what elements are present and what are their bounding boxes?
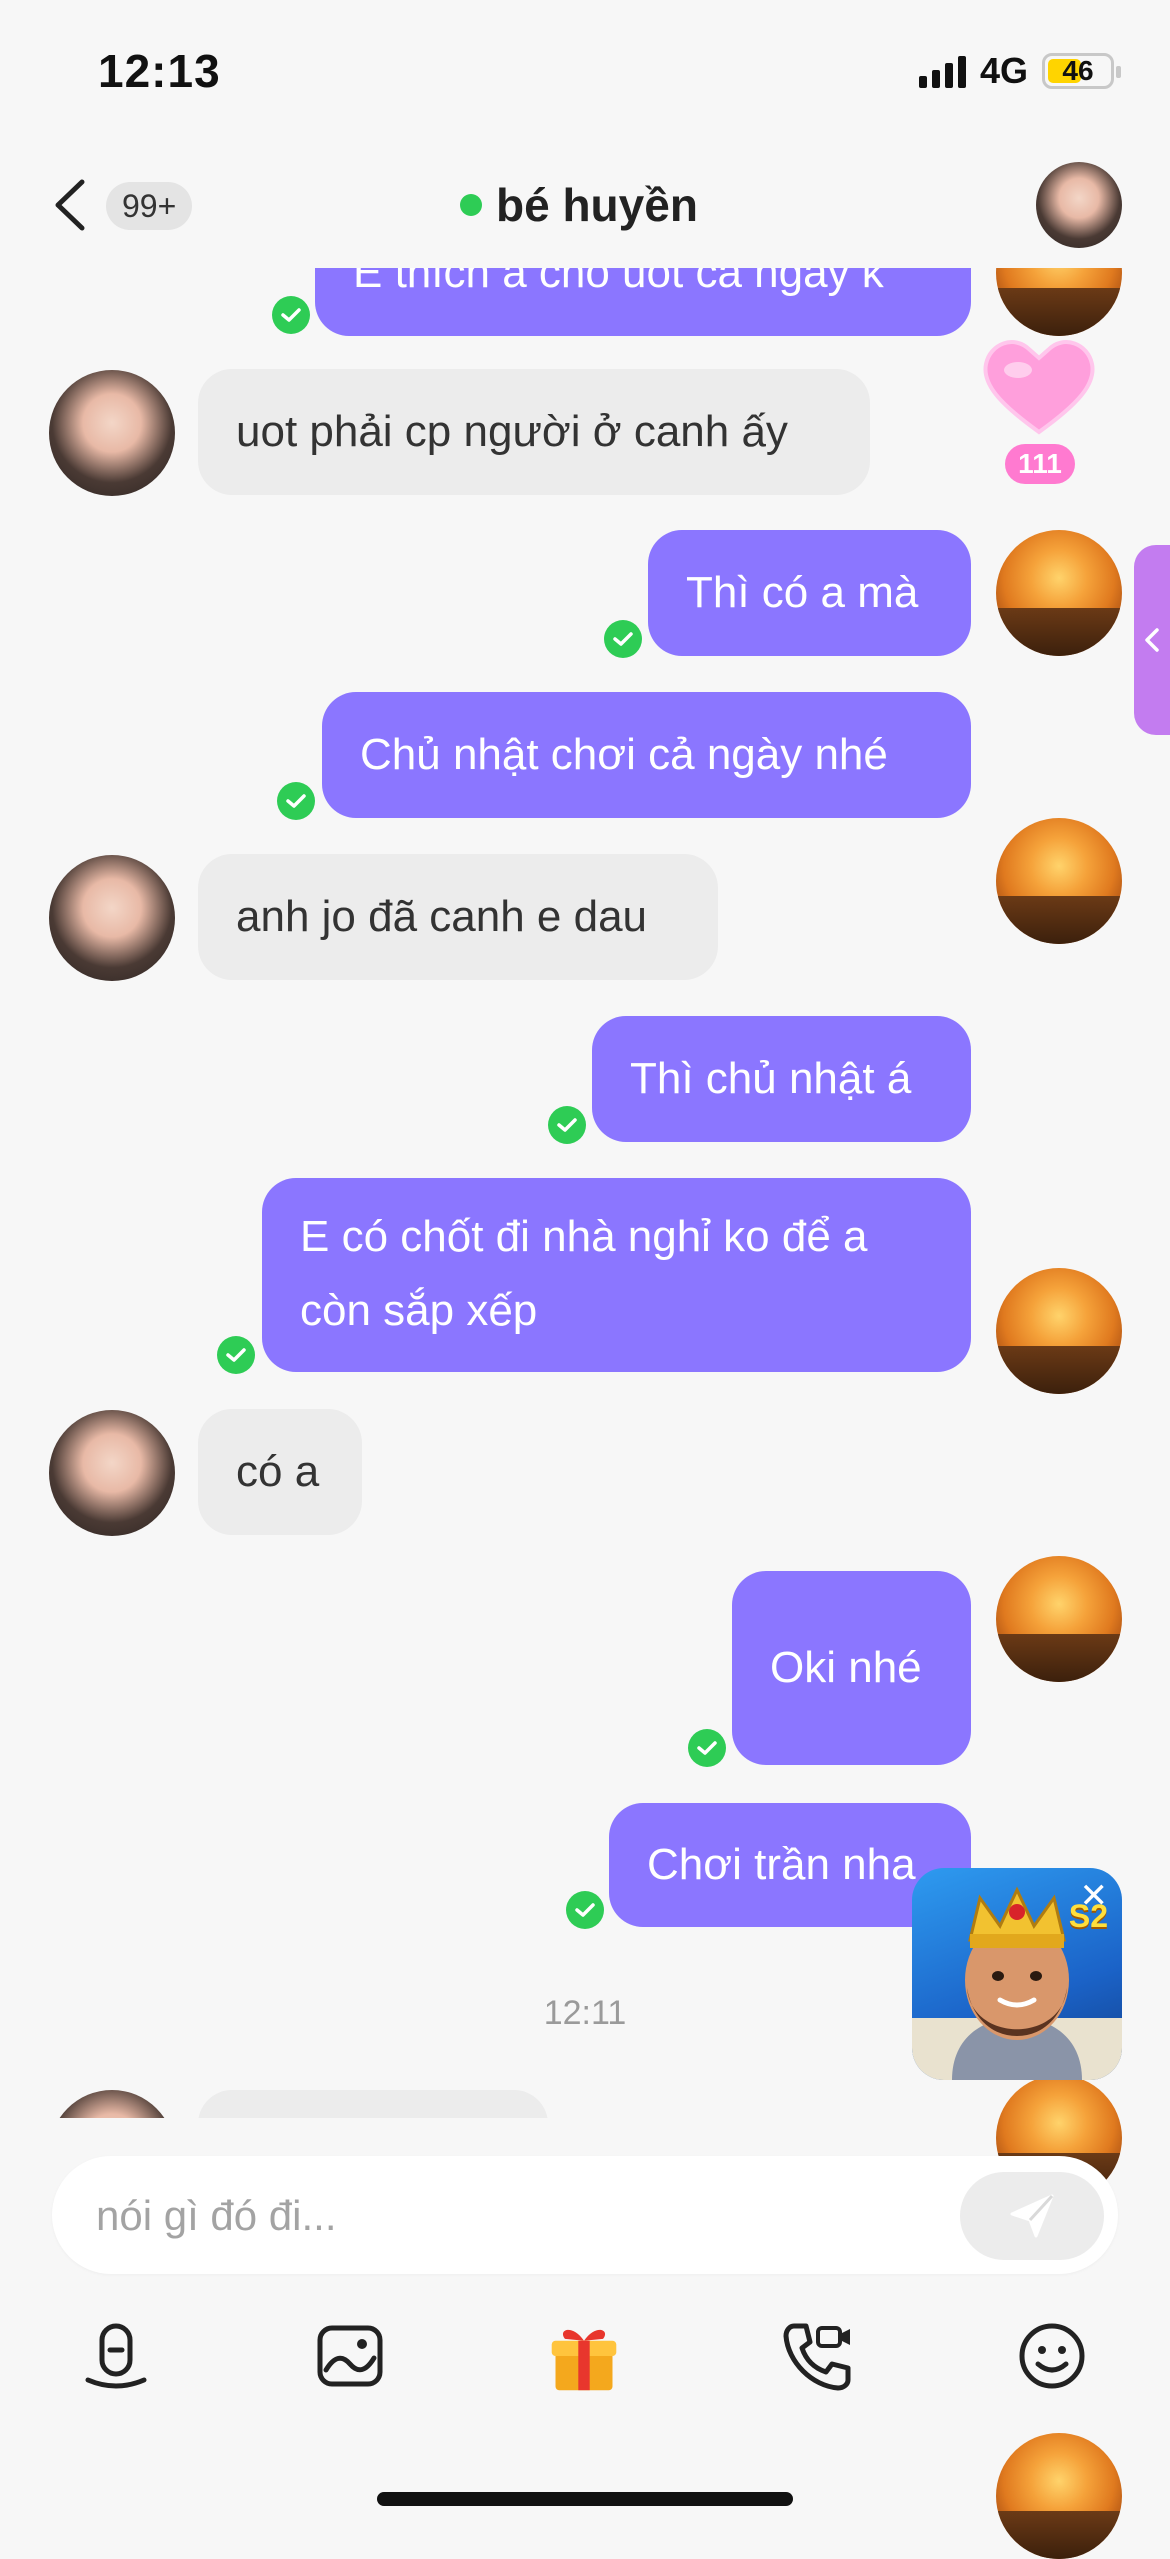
send-icon	[1010, 2194, 1054, 2238]
heart-count-badge: 111	[1005, 444, 1075, 484]
contact-avatar[interactable]	[49, 370, 175, 496]
incoming-message[interactable]	[198, 2090, 548, 2118]
read-check-icon	[688, 1729, 726, 1767]
read-check-icon	[548, 1106, 586, 1144]
message-row	[0, 2080, 1170, 2118]
unread-count-badge[interactable]: 99+	[106, 182, 193, 230]
outgoing-message[interactable]: E thích a cho uot cả ngày k	[315, 268, 971, 336]
status-time: 12:13	[98, 45, 221, 97]
side-panel-tab[interactable]	[1134, 545, 1170, 735]
outgoing-message[interactable]: E có chốt đi nhà nghỉ ko để a còn sắp xế…	[262, 1178, 971, 1372]
chevron-left-icon	[1145, 628, 1159, 652]
my-avatar[interactable]	[996, 818, 1122, 944]
my-avatar[interactable]	[996, 530, 1122, 656]
read-check-icon	[566, 1891, 604, 1929]
video-call-icon[interactable]	[780, 2318, 856, 2394]
message-input[interactable]	[94, 2156, 958, 2276]
cellular-signal-icon	[918, 54, 966, 88]
my-avatar[interactable]	[996, 2433, 1122, 2559]
floating-game-ad[interactable]: S2 ✕	[912, 1868, 1122, 2080]
status-indicators: 4G 46	[918, 50, 1121, 92]
my-avatar[interactable]	[996, 1556, 1122, 1682]
contact-avatar[interactable]	[49, 2090, 175, 2118]
outgoing-message[interactable]: Chủ nhật chơi cả ngày nhé	[322, 692, 971, 818]
read-check-icon	[277, 782, 315, 820]
contact-name: bé huyền	[496, 179, 698, 231]
incoming-message[interactable]: uot phải cp người ở canh ấy	[198, 369, 870, 495]
send-button[interactable]	[960, 2172, 1104, 2260]
message-composer	[52, 2156, 1118, 2276]
battery-icon: 46	[1042, 53, 1121, 89]
outgoing-message[interactable]: Oki nhé	[732, 1571, 971, 1765]
voice-icon[interactable]	[78, 2318, 154, 2394]
network-type: 4G	[979, 50, 1028, 91]
heart-icon[interactable]	[980, 336, 1100, 441]
outgoing-message[interactable]: Thì chủ nhật á	[592, 1016, 971, 1142]
gift-icon[interactable]	[546, 2318, 622, 2394]
contact-avatar[interactable]	[49, 855, 175, 981]
home-indicator[interactable]	[377, 2492, 793, 2506]
image-icon[interactable]	[312, 2318, 388, 2394]
battery-level: 46	[1062, 55, 1094, 86]
chat-title[interactable]: bé huyền	[460, 178, 698, 232]
contact-avatar[interactable]	[1036, 162, 1122, 248]
my-avatar[interactable]	[996, 268, 1122, 336]
incoming-message[interactable]: có a	[198, 1409, 362, 1535]
close-ad-button[interactable]: ✕	[1080, 1876, 1109, 1916]
emoji-icon[interactable]	[1014, 2318, 1090, 2394]
back-button[interactable]	[52, 170, 102, 240]
read-check-icon	[272, 296, 310, 334]
message-row: E thích a cho uot cả ngày k	[0, 268, 1170, 336]
outgoing-message[interactable]: Thì có a mà	[648, 530, 971, 656]
my-avatar[interactable]	[996, 1268, 1122, 1394]
online-status-dot	[460, 194, 482, 216]
incoming-message[interactable]: anh jo đã canh e dau	[198, 854, 718, 980]
read-check-icon	[217, 1336, 255, 1374]
contact-avatar[interactable]	[49, 1410, 175, 1536]
read-check-icon	[604, 620, 642, 658]
chevron-left-icon	[55, 179, 85, 231]
